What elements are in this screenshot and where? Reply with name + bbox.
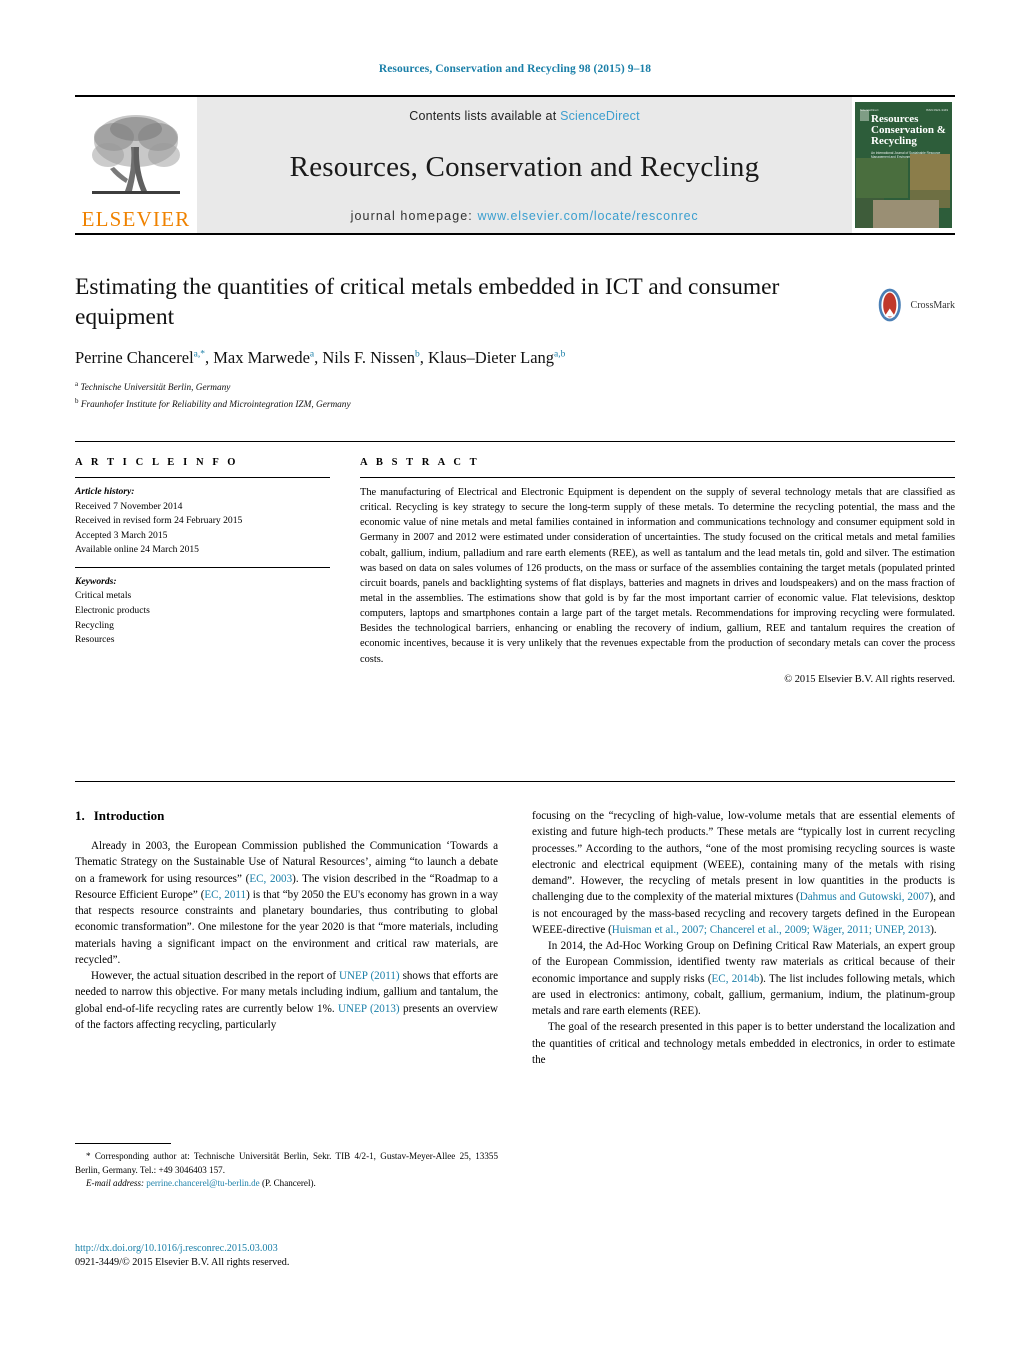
- elsevier-logo: ELSEVIER: [75, 97, 197, 233]
- keywords-block: Keywords: Critical metals Electronic pro…: [75, 575, 330, 648]
- journal-homepage-line: journal homepage: www.elsevier.com/locat…: [351, 209, 699, 223]
- cover-title: Resources Conservation & Recycling: [871, 113, 948, 148]
- article-title-block: Estimating the quantities of critical me…: [75, 272, 955, 412]
- history-item: Available online 24 March 2015: [75, 544, 199, 556]
- affiliations: a Technische Universität Berlin, Germany…: [75, 379, 955, 412]
- contents-prefix: Contents lists available at: [409, 109, 557, 123]
- affiliation-a: a Technische Universität Berlin, Germany: [75, 379, 955, 396]
- cover-top-left-text: ScienceDirect: [860, 108, 879, 112]
- info-abstract-columns: A R T I C L E I N F O Article history: R…: [75, 457, 955, 685]
- keyword-item: Resources: [75, 634, 115, 646]
- email-note: E-mail address: perrine.chancerel@tu-ber…: [75, 1177, 498, 1191]
- cover-top-right-text: ISSN 0921-3449: [925, 108, 948, 112]
- journal-article-page: Resources, Conservation and Recycling 98…: [0, 0, 1020, 1351]
- journal-masthead: ELSEVIER Contents lists available at Sci…: [75, 95, 955, 235]
- footnote-area: * Corresponding author at: Technische Un…: [75, 1143, 498, 1191]
- section-number: 1.: [75, 808, 85, 823]
- article-history-label: Article history:: [75, 486, 135, 497]
- abstract-copyright: © 2015 Elsevier B.V. All rights reserved…: [784, 673, 955, 685]
- keyword-item: Recycling: [75, 619, 114, 631]
- doi-block: http://dx.doi.org/10.1016/j.resconrec.20…: [75, 1242, 498, 1271]
- body-right-column: focusing on the “recycling of high-value…: [532, 808, 955, 1068]
- page-title: Estimating the quantities of critical me…: [75, 274, 780, 331]
- section-title: Introduction: [93, 808, 165, 823]
- keywords-rule: [75, 566, 330, 568]
- abstract-bottom-rule: [75, 781, 955, 782]
- journal-band: Contents lists available at ScienceDirec…: [197, 97, 852, 233]
- article-info-heading: A R T I C L E I N F O: [75, 457, 239, 468]
- affiliation-a-text: Technische Universität Berlin, Germany: [80, 383, 231, 394]
- cover-photo-collage: [855, 154, 952, 228]
- affiliation-b: b Fraunhofer Institute for Reliability a…: [75, 396, 955, 413]
- history-item: Received in revised form 24 February 201…: [75, 515, 243, 527]
- body-paragraph: focusing on the “recycling of high-value…: [532, 810, 955, 936]
- article-info-rule: [75, 477, 330, 478]
- crossmark-icon: [878, 288, 901, 322]
- abstract-rule: [360, 477, 955, 478]
- homepage-prefix: journal homepage:: [350, 209, 473, 223]
- history-item: Received 7 November 2014: [75, 500, 183, 512]
- contents-lists-line: Contents lists available at ScienceDirec…: [409, 109, 640, 123]
- crossmark-badge[interactable]: CrossMark: [873, 284, 955, 326]
- affiliation-b-text: Fraunhofer Institute for Reliability and…: [80, 399, 351, 410]
- body-paragraph: However, the actual situation described …: [75, 970, 499, 1031]
- cover-top-microtext: ScienceDirect ISSN 0921-3449: [860, 108, 948, 112]
- section-heading-introduction: 1. Introduction: [75, 808, 498, 824]
- email-label: E-mail address:: [86, 1178, 145, 1189]
- running-head: Resources, Conservation and Recycling 98…: [378, 63, 652, 75]
- sciencedirect-link[interactable]: ScienceDirect: [560, 109, 640, 123]
- affiliation-a-marker: a: [75, 380, 79, 389]
- cover-title-line3: Recycling: [871, 135, 917, 148]
- abstract-text: The manufacturing of Electrical and Elec…: [360, 487, 955, 665]
- article-info-column: A R T I C L E I N F O Article history: R…: [75, 457, 330, 685]
- history-item: Accepted 3 March 2015: [75, 529, 168, 541]
- issn-copyright-line: 0921-3449/© 2015 Elsevier B.V. All right…: [75, 1257, 290, 1269]
- journal-cover-thumbnail: ScienceDirect ISSN 0921-3449 Resources C…: [852, 97, 955, 233]
- author-list: Perrine Chancerela,*, Max Marwedea, Nils…: [75, 348, 566, 368]
- journal-homepage-link[interactable]: www.elsevier.com/locate/resconrec: [477, 209, 698, 223]
- doi-link[interactable]: http://dx.doi.org/10.1016/j.resconrec.20…: [75, 1242, 498, 1256]
- body-paragraph: Already in 2003, the European Commission…: [75, 840, 498, 966]
- keywords-label: Keywords:: [75, 575, 117, 587]
- elsevier-tree-icon: [84, 107, 188, 211]
- crossmark-label: CrossMark: [910, 299, 955, 311]
- body-left-column: 1. Introduction Already in 2003, the Euro…: [75, 808, 498, 1068]
- body-paragraph: In 2014, the Ad-Hoc Working Group on Def…: [532, 940, 955, 1017]
- footnote-rule: [75, 1143, 171, 1144]
- abstract-heading: A B S T R A C T: [360, 457, 480, 468]
- journal-title: Resources, Conservation and Recycling: [289, 150, 760, 183]
- keyword-item: Critical metals: [75, 590, 132, 602]
- email-suffix: (P. Chancerel).: [261, 1178, 316, 1189]
- info-section-top-rule: [75, 441, 955, 442]
- corresponding-author-note: * Corresponding author at: Technische Un…: [75, 1151, 498, 1175]
- keyword-item: Electronic products: [75, 605, 150, 617]
- body-columns: 1. Introduction Already in 2003, the Euro…: [75, 808, 955, 1068]
- email-link[interactable]: perrine.chancerel@tu-berlin.de: [146, 1178, 259, 1188]
- elsevier-wordmark: ELSEVIER: [81, 207, 191, 231]
- affiliation-b-marker: b: [75, 396, 79, 405]
- body-paragraph: The goal of the research presented in th…: [532, 1021, 955, 1066]
- abstract-column: A B S T R A C T The manufacturing of Ele…: [360, 457, 955, 685]
